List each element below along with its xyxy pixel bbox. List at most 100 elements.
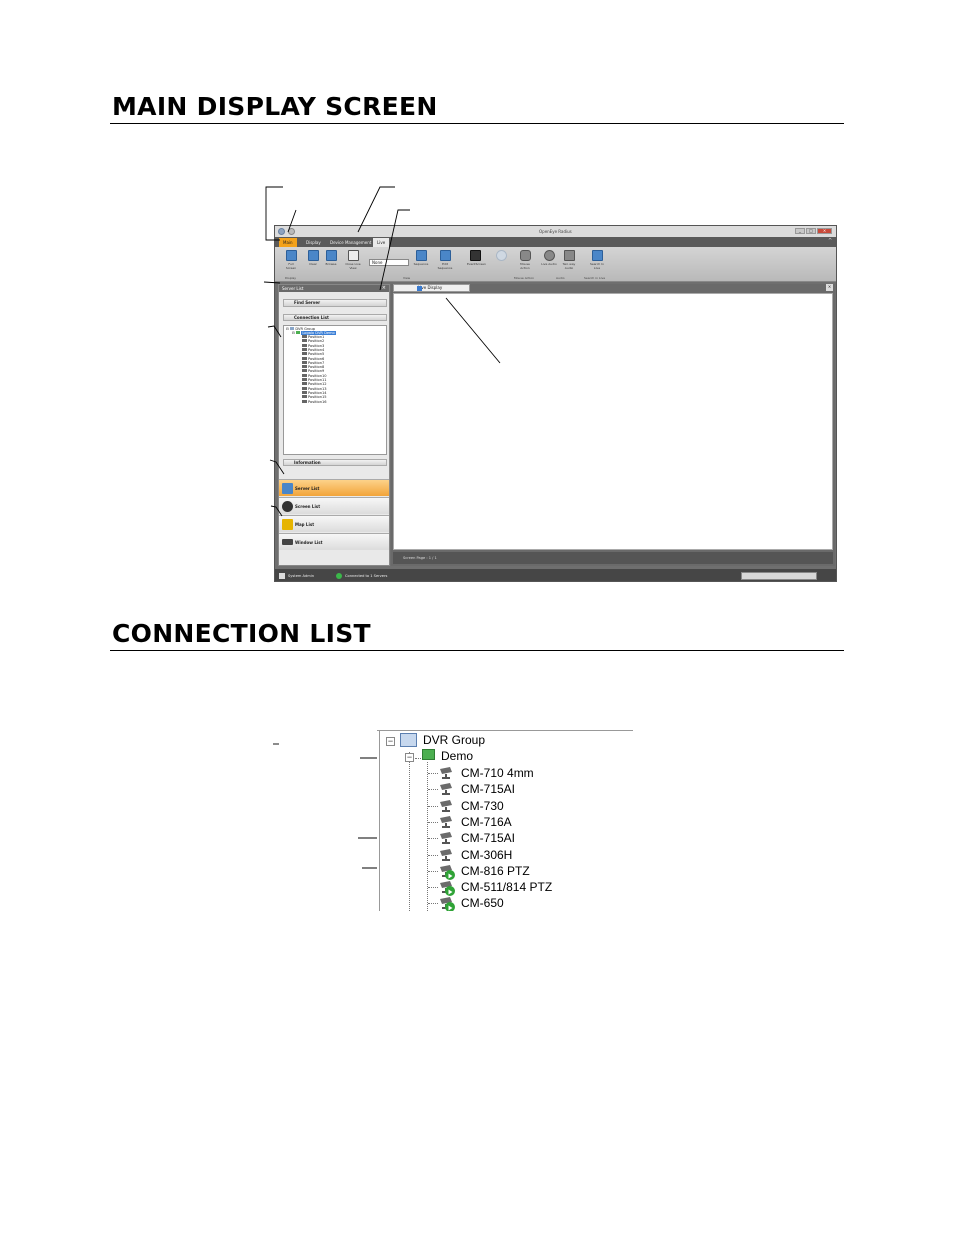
mouse-icon — [519, 250, 531, 261]
microphone-icon — [563, 250, 575, 261]
ptz-play-icon — [445, 886, 455, 897]
camera-row[interactable]: CM-816 PTZ — [377, 864, 633, 880]
panel-title: Server List — [279, 285, 389, 292]
expand-root-icon[interactable]: − — [386, 737, 395, 746]
event-screen-button[interactable]: EventScreen — [467, 250, 486, 266]
connection-list-tree: − DVR Group − Demo CM-710 4mm CM-715AI CM-… — [377, 728, 633, 911]
camera-row[interactable]: CM-715AI — [377, 831, 633, 847]
nav-server-list[interactable]: Server List — [279, 479, 389, 496]
sequence-button[interactable]: Sequence — [413, 250, 429, 266]
tree-border-top — [377, 730, 633, 731]
connection-list-heading: CONNECTION LIST — [112, 619, 371, 648]
screen-list-icon — [282, 501, 293, 512]
group-label-search-in-live: Search in Live — [584, 276, 606, 280]
connection-list-header[interactable]: Connection List — [283, 314, 387, 321]
live-view[interactable] — [393, 293, 833, 550]
minimize-icon[interactable]: _ — [795, 228, 805, 234]
pin-icon[interactable]: × — [382, 285, 386, 291]
mouse-action-button[interactable]: Mouse Action — [517, 250, 533, 270]
tree-guide-line — [428, 773, 438, 774]
nav-window-list[interactable]: Window List — [279, 533, 389, 550]
dvr-group-icon — [400, 733, 417, 747]
map-list-icon — [282, 519, 293, 530]
information-header[interactable]: Information — [283, 459, 387, 466]
tree-guide-line — [428, 838, 438, 840]
tab-live-display[interactable]: Live Display — [393, 284, 470, 292]
group-label-display: Display — [285, 276, 297, 280]
camera-row[interactable]: CM-715AI — [377, 782, 633, 798]
camera-icon — [439, 831, 455, 845]
camera-icon — [302, 335, 307, 338]
menu-bar: Main Display Device Management Live ^ — [275, 237, 836, 247]
maximize-icon[interactable]: □ — [806, 228, 816, 234]
tab-display[interactable]: Display — [302, 238, 325, 247]
status-user: System Admin — [288, 574, 314, 578]
user-icon — [279, 573, 285, 579]
camera-row[interactable]: CM-716A — [377, 815, 633, 831]
nav-screen-list[interactable]: Screen List — [279, 497, 389, 514]
server-monitor-icon — [422, 749, 435, 760]
window-title: OpenEye Radius — [539, 229, 572, 234]
camera-icon — [302, 356, 307, 360]
camera-row[interactable]: CM-710 4mm — [377, 766, 633, 782]
full-screen-button[interactable]: Full Screen — [283, 250, 299, 270]
tree-server-node[interactable]: Demo — [441, 749, 473, 763]
folder-icon — [290, 327, 295, 330]
find-server-header[interactable]: Find Server — [283, 299, 387, 307]
camera-label: CM-650 — [461, 896, 504, 911]
tree-guide-line — [415, 758, 421, 759]
camera-icon — [302, 382, 307, 386]
window-list-icon — [282, 539, 293, 545]
camera-row[interactable]: CM-511/814 PTZ — [377, 880, 633, 897]
tab-live[interactable]: Live — [373, 238, 390, 247]
ptz-play-icon — [445, 869, 455, 880]
tree-guide-line — [428, 821, 438, 823]
status-bar: System Admin Connected to 1 Servers — [275, 569, 836, 581]
live-audio-button[interactable]: Live Audio — [541, 250, 557, 266]
screen-page-bar: Screen Page : 1 / 1 — [393, 552, 833, 564]
camera-row[interactable]: CM-306H — [377, 848, 633, 864]
speaker-icon — [543, 250, 555, 261]
server-list-icon — [282, 483, 293, 494]
camera-icon — [302, 347, 307, 351]
tree-guide-line — [428, 887, 438, 889]
zoom-icon — [495, 250, 507, 261]
search-in-live-button[interactable]: Search In Live — [589, 250, 605, 270]
connected-icon — [336, 573, 342, 579]
tab-device-management[interactable]: Device Management — [326, 238, 375, 247]
ribbon-collapse-icon[interactable]: ^ — [828, 238, 832, 244]
close-icon[interactable]: × — [817, 228, 832, 234]
tree-item[interactable]: Position16 — [302, 399, 327, 404]
camera-label: CM-716A — [461, 814, 512, 829]
edit-sequence-button[interactable]: Edit Sequence — [437, 250, 453, 270]
tree-root-node[interactable]: DVR Group — [423, 733, 485, 747]
camera-row[interactable]: CM-730 — [377, 799, 633, 815]
camera-icon — [302, 365, 307, 369]
sequence-icon — [415, 250, 427, 261]
camera-label: CM-715AI — [461, 782, 516, 797]
camera-icon — [439, 799, 455, 812]
progress-bar — [741, 572, 817, 580]
grid-icon — [285, 250, 297, 261]
expand-server-icon[interactable]: − — [405, 753, 414, 762]
browse-button[interactable]: Browse — [323, 250, 339, 266]
tree-guide-line — [428, 789, 438, 791]
status-connection: Connected to 1 Servers — [345, 574, 388, 578]
camera-label: CM-306H — [461, 847, 513, 862]
tab-main[interactable]: Main — [279, 238, 297, 247]
nav-map-list[interactable]: Map List — [279, 515, 389, 532]
camera-icon — [302, 378, 307, 381]
camera-label: CM-730 — [461, 798, 504, 813]
camera-row[interactable]: CM-650 — [377, 896, 633, 911]
close-tab-icon[interactable]: × — [826, 284, 833, 291]
ribbon: Full Screen Clear Browse Close Live View… — [275, 247, 836, 282]
two-way-audio-button[interactable]: Two way Audio — [561, 250, 577, 270]
zoom-button[interactable] — [493, 250, 509, 262]
view-combo[interactable]: None — [369, 259, 409, 266]
close-live-view-button[interactable]: Close Live View — [345, 250, 361, 270]
quick-access-icon[interactable] — [288, 228, 295, 235]
camera-icon — [302, 386, 307, 390]
app-screenshot: OpenEye Radius _ □ × Main Display Device… — [274, 225, 837, 582]
app-orb-icon[interactable] — [278, 228, 285, 235]
clear-button[interactable]: Clear — [305, 250, 321, 266]
